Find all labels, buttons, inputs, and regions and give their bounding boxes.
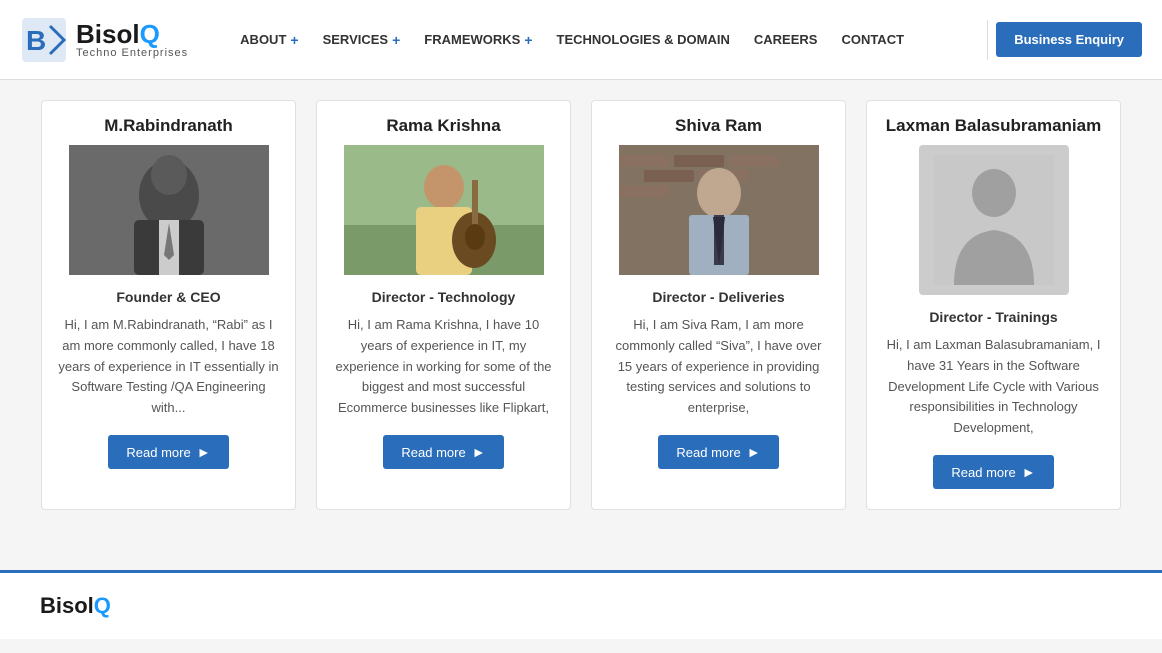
- read-more-arrow-ramakrishna: ►: [472, 444, 486, 460]
- read-more-button-ramakrishna[interactable]: Read more ►: [383, 435, 503, 469]
- card-desc-laxman: Hi, I am Laxman Balasubramaniam, I have …: [867, 335, 1120, 439]
- card-name-ramakrishna: Rama Krishna: [376, 101, 510, 145]
- nav-technologies[interactable]: TECHNOLOGIES & DOMAIN: [545, 0, 742, 80]
- read-more-button-shivaram[interactable]: Read more ►: [658, 435, 778, 469]
- nav-frameworks[interactable]: FRAMEWORKS +: [412, 0, 544, 80]
- team-card-ramakrishna: Rama Krishna Director - Techno: [316, 100, 571, 510]
- portrait-ramakrishna: [344, 145, 544, 275]
- card-photo-shivaram: [619, 145, 819, 275]
- nav-about[interactable]: ABOUT +: [228, 0, 310, 80]
- nav-divider: [987, 20, 988, 60]
- card-photo-ramakrishna: [344, 145, 544, 275]
- nav-contact[interactable]: CONTACT: [829, 0, 916, 80]
- read-more-button-laxman[interactable]: Read more ►: [933, 455, 1053, 489]
- read-more-arrow-laxman: ►: [1022, 464, 1036, 480]
- nav-services[interactable]: SERVICES +: [311, 0, 413, 80]
- svg-text:B: B: [26, 25, 46, 56]
- footer-logo: BisolQ: [40, 593, 111, 619]
- card-desc-ramakrishna: Hi, I am Rama Krishna, I have 10 years o…: [317, 315, 570, 419]
- logo-brand: BisolQ: [76, 21, 188, 47]
- card-role-ramakrishna: Director - Technology: [372, 289, 516, 305]
- card-photo-laxman: [919, 145, 1069, 295]
- card-desc-shivaram: Hi, I am Siva Ram, I am more commonly ca…: [592, 315, 845, 419]
- nav-careers[interactable]: CAREERS: [742, 0, 830, 80]
- silhouette-icon: [934, 155, 1054, 285]
- card-role-shivaram: Director - Deliveries: [652, 289, 784, 305]
- team-cards-row: M.Rabindranath Founder & CEO Hi, I am: [40, 100, 1122, 510]
- header: B BisolQ Techno Enterprises ABOUT + SERV…: [0, 0, 1162, 80]
- nav-about-plus: +: [290, 32, 298, 48]
- team-card-shivaram: Shiva Ram: [591, 100, 846, 510]
- card-name-rabindranath: M.Rabindranath: [94, 101, 242, 145]
- nav-frameworks-plus: +: [524, 32, 532, 48]
- card-name-laxman: Laxman Balasubramaniam: [876, 101, 1111, 145]
- logo-sub: Techno Enterprises: [76, 47, 188, 59]
- logo[interactable]: B BisolQ Techno Enterprises: [20, 16, 188, 64]
- card-role-rabindranath: Founder & CEO: [116, 289, 220, 305]
- card-photo-rabindranath: [69, 145, 269, 275]
- read-more-button-rabindranath[interactable]: Read more ►: [108, 435, 228, 469]
- footer: BisolQ: [0, 570, 1162, 639]
- main-nav: ABOUT + SERVICES + FRAMEWORKS + TECHNOLO…: [228, 0, 979, 80]
- card-desc-rabindranath: Hi, I am M.Rabindranath, “Rabi” as I am …: [42, 315, 295, 419]
- business-enquiry-button[interactable]: Business Enquiry: [996, 22, 1142, 57]
- card-name-shivaram: Shiva Ram: [665, 101, 772, 145]
- logo-icon: B: [20, 16, 68, 64]
- portrait-shivaram: [619, 145, 819, 275]
- team-card-rabindranath: M.Rabindranath Founder & CEO Hi, I am: [41, 100, 296, 510]
- read-more-arrow-shivaram: ►: [747, 444, 761, 460]
- read-more-arrow-rabindranath: ►: [197, 444, 211, 460]
- portrait-rabindranath: [69, 145, 269, 275]
- card-role-laxman: Director - Trainings: [929, 309, 1057, 325]
- main-content: M.Rabindranath Founder & CEO Hi, I am: [0, 80, 1162, 550]
- team-card-laxman: Laxman Balasubramaniam Director - Traini…: [866, 100, 1121, 510]
- nav-services-plus: +: [392, 32, 400, 48]
